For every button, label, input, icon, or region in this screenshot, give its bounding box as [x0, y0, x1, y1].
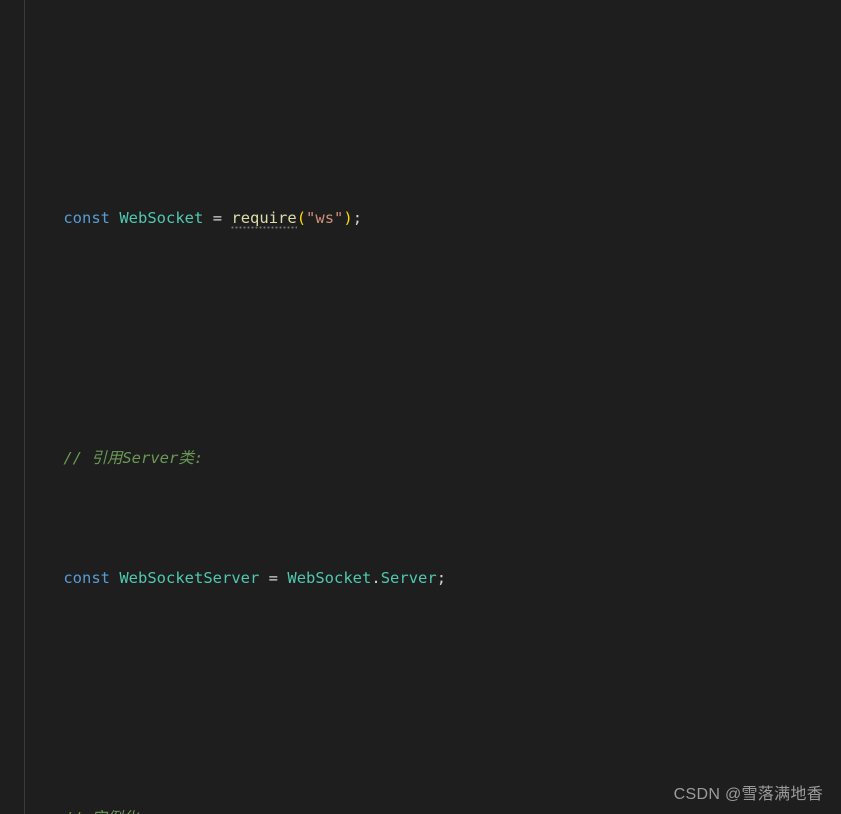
code-line-2[interactable]: [26, 326, 841, 350]
code-content[interactable]: const WebSocket = require("ws"); // 引用Se…: [26, 0, 841, 814]
token-identifier-websocketserver: WebSocketServer: [119, 569, 260, 587]
code-line-1[interactable]: const WebSocket = require("ws");: [26, 206, 841, 230]
token-comment-server-class: // 引用Server类:: [63, 449, 204, 467]
token-keyword-const: const: [63, 209, 110, 227]
token-string-ws: "ws": [306, 209, 344, 227]
code-line-6[interactable]: // 实例化:: [26, 806, 841, 814]
code-line-5[interactable]: [26, 686, 841, 710]
token-property-server: Server: [380, 569, 437, 587]
editor-left-gutter: [0, 0, 25, 814]
token-keyword-const-2: const: [63, 569, 110, 587]
code-editor-window: const WebSocket = require("ws"); // 引用Se…: [0, 0, 841, 814]
code-line-4[interactable]: const WebSocketServer = WebSocket.Server…: [26, 566, 841, 590]
editor-text-area[interactable]: const WebSocket = require("ws"); // 引用Se…: [26, 0, 841, 814]
code-line-3[interactable]: // 引用Server类:: [26, 446, 841, 470]
csdn-watermark: CSDN @雪落满地香: [673, 786, 823, 803]
token-function-require: require: [231, 209, 297, 227]
token-comment-instantiate: // 实例化:: [63, 809, 147, 814]
token-identifier-websocket: WebSocket: [119, 209, 204, 227]
token-identifier-websocket-2: WebSocket: [287, 569, 372, 587]
code-line-partial-top[interactable]: [26, 86, 841, 110]
